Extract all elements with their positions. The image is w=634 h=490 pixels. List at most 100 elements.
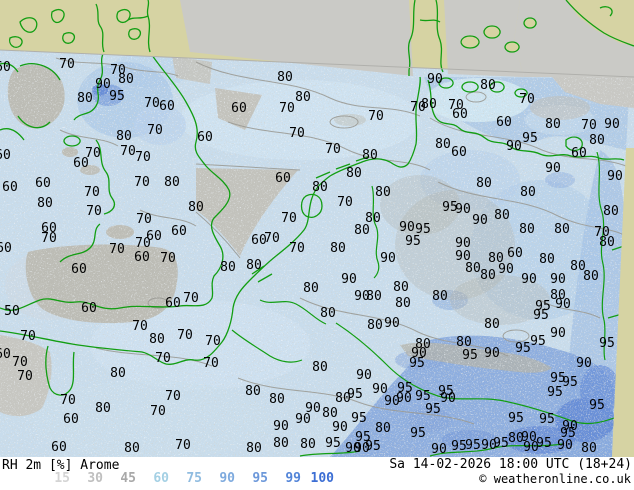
contour-label: 60 <box>51 440 67 455</box>
contour-label: 70 <box>368 109 384 124</box>
legend-scale-value: 100 <box>310 471 334 486</box>
contour-label: 90 <box>557 438 573 453</box>
contour-label: 70 <box>183 291 199 306</box>
contour-label: 70 <box>205 334 221 349</box>
contour-label: 60 <box>275 171 291 186</box>
contour-label: 80 <box>322 406 338 421</box>
contour-label: 70 <box>337 195 353 210</box>
contour-label: 80 <box>116 129 132 144</box>
contour-label: 90 <box>356 368 372 383</box>
contour-label: 90 <box>484 346 500 361</box>
contour-label: 70 <box>134 175 150 190</box>
contour-label: 95 <box>493 436 509 451</box>
legend-scale-value: 45 <box>120 471 136 486</box>
contour-label: 60 <box>496 115 512 130</box>
contour-label: 95 <box>347 387 363 402</box>
contour-label: 90 <box>427 72 443 87</box>
contour-label: 90 <box>380 251 396 266</box>
contour-label: 80 <box>484 317 500 332</box>
contour-label: 60 <box>159 99 175 114</box>
copyright: © weatheronline.co.uk <box>479 472 631 486</box>
legend-scale-value: 95 <box>252 471 268 486</box>
contour-label: 95 <box>425 402 441 417</box>
contour-label: 60 <box>165 296 181 311</box>
contour-label: 90 <box>354 441 370 456</box>
contour-label: 70 <box>203 356 219 371</box>
contour-label: 60 <box>197 130 213 145</box>
contour-label: 90 <box>607 169 623 184</box>
legend-scale-value: 30 <box>87 471 103 486</box>
contour-label: 90 <box>521 430 537 445</box>
contour-label: 90 <box>332 420 348 435</box>
contour-label: 80 <box>375 421 391 436</box>
weather-map: 7060709080958070606080706070707080608070… <box>0 0 634 457</box>
contour-label: 80 <box>435 137 451 152</box>
contour-label: 80 <box>476 176 492 191</box>
contour-label: 70 <box>175 438 191 453</box>
contour-label: 80 <box>246 441 262 456</box>
contour-label: 80 <box>581 441 597 456</box>
contour-label: 80 <box>124 441 140 456</box>
contour-label: 70 <box>20 329 36 344</box>
contour-label: 90 <box>440 391 456 406</box>
contour-label: 70 <box>165 389 181 404</box>
contour-label: 80 <box>539 252 555 267</box>
contour-label: 50 <box>4 304 20 319</box>
contour-label: 80 <box>346 166 362 181</box>
contour-label: 70 <box>135 236 151 251</box>
contour-label: 60 <box>71 262 87 277</box>
legend-scale-value: 60 <box>153 471 169 486</box>
legend-bar: RH 2m [%] Arome Sa 14-02-2026 18:00 UTC … <box>0 457 634 490</box>
contour-label: 90 <box>576 356 592 371</box>
contour-label: 70 <box>12 355 28 370</box>
contour-label: 80 <box>330 241 346 256</box>
contour-label: 95 <box>351 411 367 426</box>
contour-label: 70 <box>147 123 163 138</box>
contour-label: 70 <box>150 404 166 419</box>
contour-label: 90 <box>521 272 537 287</box>
contour-label: 90 <box>455 202 471 217</box>
contour-label: 60 <box>231 101 247 116</box>
contour-label: 80 <box>110 366 126 381</box>
contour-label: 95 <box>515 341 531 356</box>
contour-label: 80 <box>118 72 134 87</box>
contour-label: 95 <box>547 385 563 400</box>
contour-label: 95 <box>462 348 478 363</box>
contour-label: 80 <box>273 436 289 451</box>
contour-label: 70 <box>109 242 125 257</box>
contour-label: 95 <box>536 436 552 451</box>
contour-label: 80 <box>246 258 262 273</box>
contour-label: 70 <box>120 144 136 159</box>
contour-label: 70 <box>136 212 152 227</box>
contour-label: 80 <box>95 401 111 416</box>
contour-label: 90 <box>550 326 566 341</box>
contour-label: 70 <box>60 393 76 408</box>
contour-label: 80 <box>37 196 53 211</box>
contour-label: 80 <box>303 281 319 296</box>
contour-label: 95 <box>405 234 421 249</box>
contour-label: 90 <box>506 139 522 154</box>
contour-label: 90 <box>545 161 561 176</box>
contour-label: 95 <box>508 411 524 426</box>
contour-label: 80 <box>603 204 619 219</box>
contour-label: 60 <box>0 148 11 163</box>
legend-scale-value: 15 <box>54 471 70 486</box>
contour-label: 60 <box>0 347 11 362</box>
contour-label: 90 <box>431 442 447 457</box>
contour-label: 80 <box>312 180 328 195</box>
contour-label: 95 <box>410 426 426 441</box>
contour-label: 90 <box>472 213 488 228</box>
contour-label: 70 <box>132 319 148 334</box>
contour-label: 80 <box>589 133 605 148</box>
contour-label: 90 <box>384 316 400 331</box>
contour-label: 80 <box>375 185 391 200</box>
contour-label: 70 <box>135 150 151 165</box>
contour-label: 95 <box>599 336 615 351</box>
contour-label: 80 <box>480 268 496 283</box>
map-svg: 7060709080958070606080706070707080608070… <box>0 0 634 457</box>
contour-label: 90 <box>550 272 566 287</box>
contour-label: 80 <box>269 392 285 407</box>
contour-label: 60 <box>134 250 150 265</box>
contour-label: 95 <box>530 334 546 349</box>
contour-label: 60 <box>571 146 587 161</box>
